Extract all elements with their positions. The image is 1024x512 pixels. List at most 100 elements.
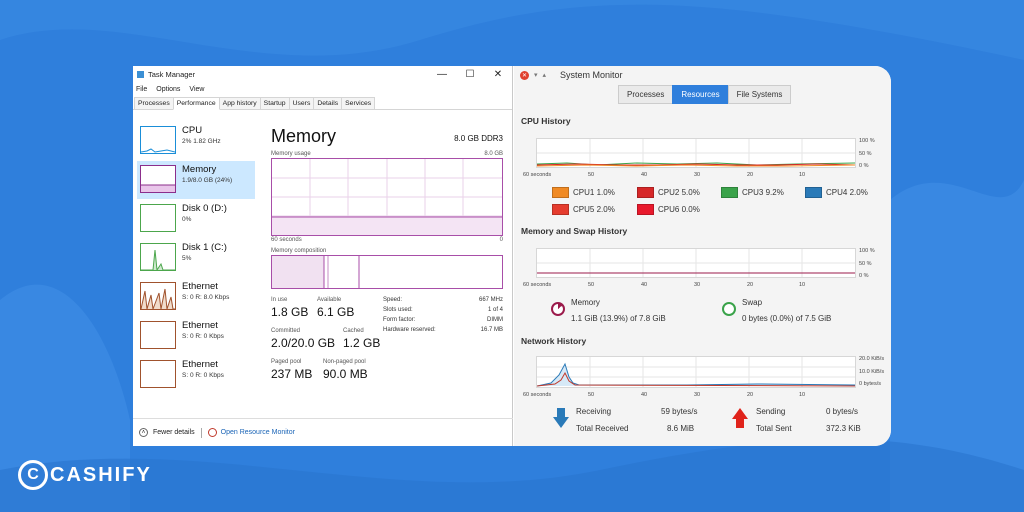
- menu-file[interactable]: File: [136, 86, 147, 93]
- network-x-tick: 50: [588, 392, 595, 398]
- sidebar-item-disk-0[interactable]: Disk 0 (D:) 0%: [137, 200, 255, 238]
- memory-stats: In use 1.8 GB Available 6.1 GB Committed…: [271, 297, 503, 387]
- cpu-mini-graph: [140, 126, 176, 154]
- cashify-logo-mark: C: [18, 460, 48, 490]
- cpu1-swatch[interactable]: [552, 187, 569, 198]
- cpu-y-tick: 0 %: [859, 163, 869, 169]
- tab-startup[interactable]: Startup: [259, 97, 290, 109]
- resource-monitor-icon: [207, 428, 217, 437]
- memory-panel: Memory 8.0 GB DDR3 Memory usage 8.0 GB 6…: [271, 126, 503, 387]
- tab-processes[interactable]: Processes: [134, 97, 174, 109]
- open-resource-monitor-link[interactable]: Open Resource Monitor: [221, 429, 295, 436]
- memory-usage-graph: [271, 158, 503, 236]
- sidebar-item-ethernet-1[interactable]: Ethernet S: 0 R: 8.0 Kbps: [137, 278, 255, 316]
- detail-key: Hardware reserved:: [383, 327, 436, 333]
- network-history-title: Network History: [521, 336, 587, 346]
- cpu5-swatch[interactable]: [552, 204, 569, 215]
- memswap-y-tick: 100 %: [859, 248, 875, 254]
- memory-spec: 8.0 GB DDR3: [454, 134, 503, 143]
- menu-view[interactable]: View: [189, 86, 204, 93]
- system-monitor-titlebar: ✕ ▾ ▴ System Monitor: [514, 66, 891, 84]
- minimize-icon[interactable]: ▾: [534, 71, 538, 79]
- cpu2-swatch[interactable]: [637, 187, 654, 198]
- ethernet1-mini-graph: [140, 282, 176, 310]
- sidebar-item-name: CPU: [182, 125, 203, 136]
- tab-app-history[interactable]: App history: [218, 97, 261, 109]
- tab-users[interactable]: Users: [288, 97, 315, 109]
- tab-performance[interactable]: Performance: [172, 97, 220, 110]
- chevron-up-icon[interactable]: ˄: [139, 428, 148, 437]
- memory-composition-bar: [271, 255, 503, 289]
- cpu6-swatch[interactable]: [637, 204, 654, 215]
- cashify-logo: C CASHIFY: [18, 460, 152, 490]
- swap-legend-value: 0 bytes (0.0%) of 7.5 GiB: [742, 314, 832, 323]
- memory-swap-history-title: Memory and Swap History: [521, 226, 628, 236]
- maximize-button[interactable]: ☐: [456, 69, 484, 80]
- legend-label: CPU4: [826, 188, 848, 197]
- network-x-tick: 10: [799, 392, 806, 398]
- network-y-tick: 20.0 KiB/s: [859, 356, 885, 362]
- tab-file-systems[interactable]: File Systems: [727, 85, 792, 104]
- tab-resources[interactable]: Resources: [672, 85, 729, 104]
- paged-pool-value: 237 MB: [271, 367, 313, 381]
- fewer-details-link[interactable]: Fewer details: [153, 429, 195, 436]
- arrow-up-icon: [732, 408, 748, 428]
- legend-label: CPU6: [658, 205, 680, 214]
- memswap-x-tick: 60 seconds: [523, 282, 552, 288]
- close-icon[interactable]: ✕: [520, 70, 529, 80]
- committed-label: Committed: [271, 328, 301, 334]
- close-button[interactable]: ✕: [484, 69, 512, 80]
- legend-value: 9.2%: [765, 188, 784, 197]
- sidebar-item-detail: S: 0 R: 0 Kbps: [182, 372, 224, 379]
- minimize-button[interactable]: —: [428, 69, 456, 80]
- detail-value: 16.7 MB: [480, 327, 503, 333]
- cpu-x-tick: 50: [588, 172, 595, 178]
- ethernet3-mini-graph: [140, 360, 176, 388]
- hardware-details: Speed: 667 MHz Slots used: 1 of 4 Form fac…: [383, 297, 503, 337]
- sidebar-item-memory[interactable]: Memory 1.9/8.0 GB (24%): [137, 161, 255, 199]
- cpu-history-graph: [536, 138, 856, 168]
- memswap-x-tick: 10: [799, 282, 806, 288]
- committed-value: 2.0/20.0 GB: [271, 336, 336, 350]
- ethernet2-mini-graph: [140, 321, 176, 349]
- menu-bar: File Options View: [133, 82, 512, 96]
- sidebar-item-detail: 0%: [182, 216, 192, 223]
- swap-legend-label: Swap: [742, 298, 763, 307]
- footer-divider: [200, 427, 202, 438]
- legend-label: CPU3: [742, 188, 764, 197]
- memory-pie-icon: [551, 302, 565, 316]
- cached-label: Cached: [343, 328, 364, 334]
- sidebar-item-detail: 5%: [182, 255, 192, 262]
- sidebar-item-disk-1[interactable]: Disk 1 (C:) 5%: [137, 239, 255, 277]
- receiving-value: 59 bytes/s: [661, 407, 698, 416]
- sidebar-item-cpu[interactable]: CPU 2% 1.82 GHz: [137, 122, 255, 160]
- sending-value: 0 bytes/s: [826, 407, 859, 416]
- cpu-y-tick: 50 %: [859, 151, 872, 157]
- sidebar-item-ethernet-3[interactable]: Ethernet S: 0 R: 0 Kbps: [137, 356, 255, 394]
- legend-value: 2.0%: [596, 205, 615, 214]
- network-history-graph: [536, 356, 856, 388]
- screenshot-card: Task Manager — ☐ ✕ File Options View Pro…: [133, 66, 891, 446]
- legend-value: 2.0%: [849, 188, 868, 197]
- detail-value: 1 of 4: [487, 307, 503, 313]
- menu-options[interactable]: Options: [156, 86, 180, 93]
- legend-value: 5.0%: [681, 188, 700, 197]
- maximize-icon[interactable]: ▴: [543, 71, 547, 79]
- sidebar-item-name: Ethernet: [182, 281, 218, 292]
- tab-services[interactable]: Services: [341, 97, 376, 109]
- detail-value: 667 MHz: [478, 297, 503, 303]
- detail-key: Slots used:: [383, 307, 413, 313]
- cpu4-swatch[interactable]: [805, 187, 822, 198]
- sidebar-item-ethernet-2[interactable]: Ethernet S: 0 R: 0 Kbps: [137, 317, 255, 355]
- sidebar-item-detail: 1.9/8.0 GB (24%): [182, 177, 233, 184]
- in-use-value: 1.8 GB: [271, 305, 309, 319]
- tab-processes[interactable]: Processes: [618, 85, 674, 104]
- cpu-y-tick: 100 %: [859, 138, 875, 144]
- tab-details[interactable]: Details: [313, 97, 343, 109]
- cpu3-swatch[interactable]: [721, 187, 738, 198]
- legend-value: 1.0%: [596, 188, 615, 197]
- cpu-x-tick: 30: [694, 172, 701, 178]
- sidebar-item-name: Disk 1 (C:): [182, 242, 227, 253]
- memory-usage-label: Memory usage: [271, 151, 311, 157]
- sidebar-item-detail: S: 0 R: 8.0 Kbps: [182, 294, 230, 301]
